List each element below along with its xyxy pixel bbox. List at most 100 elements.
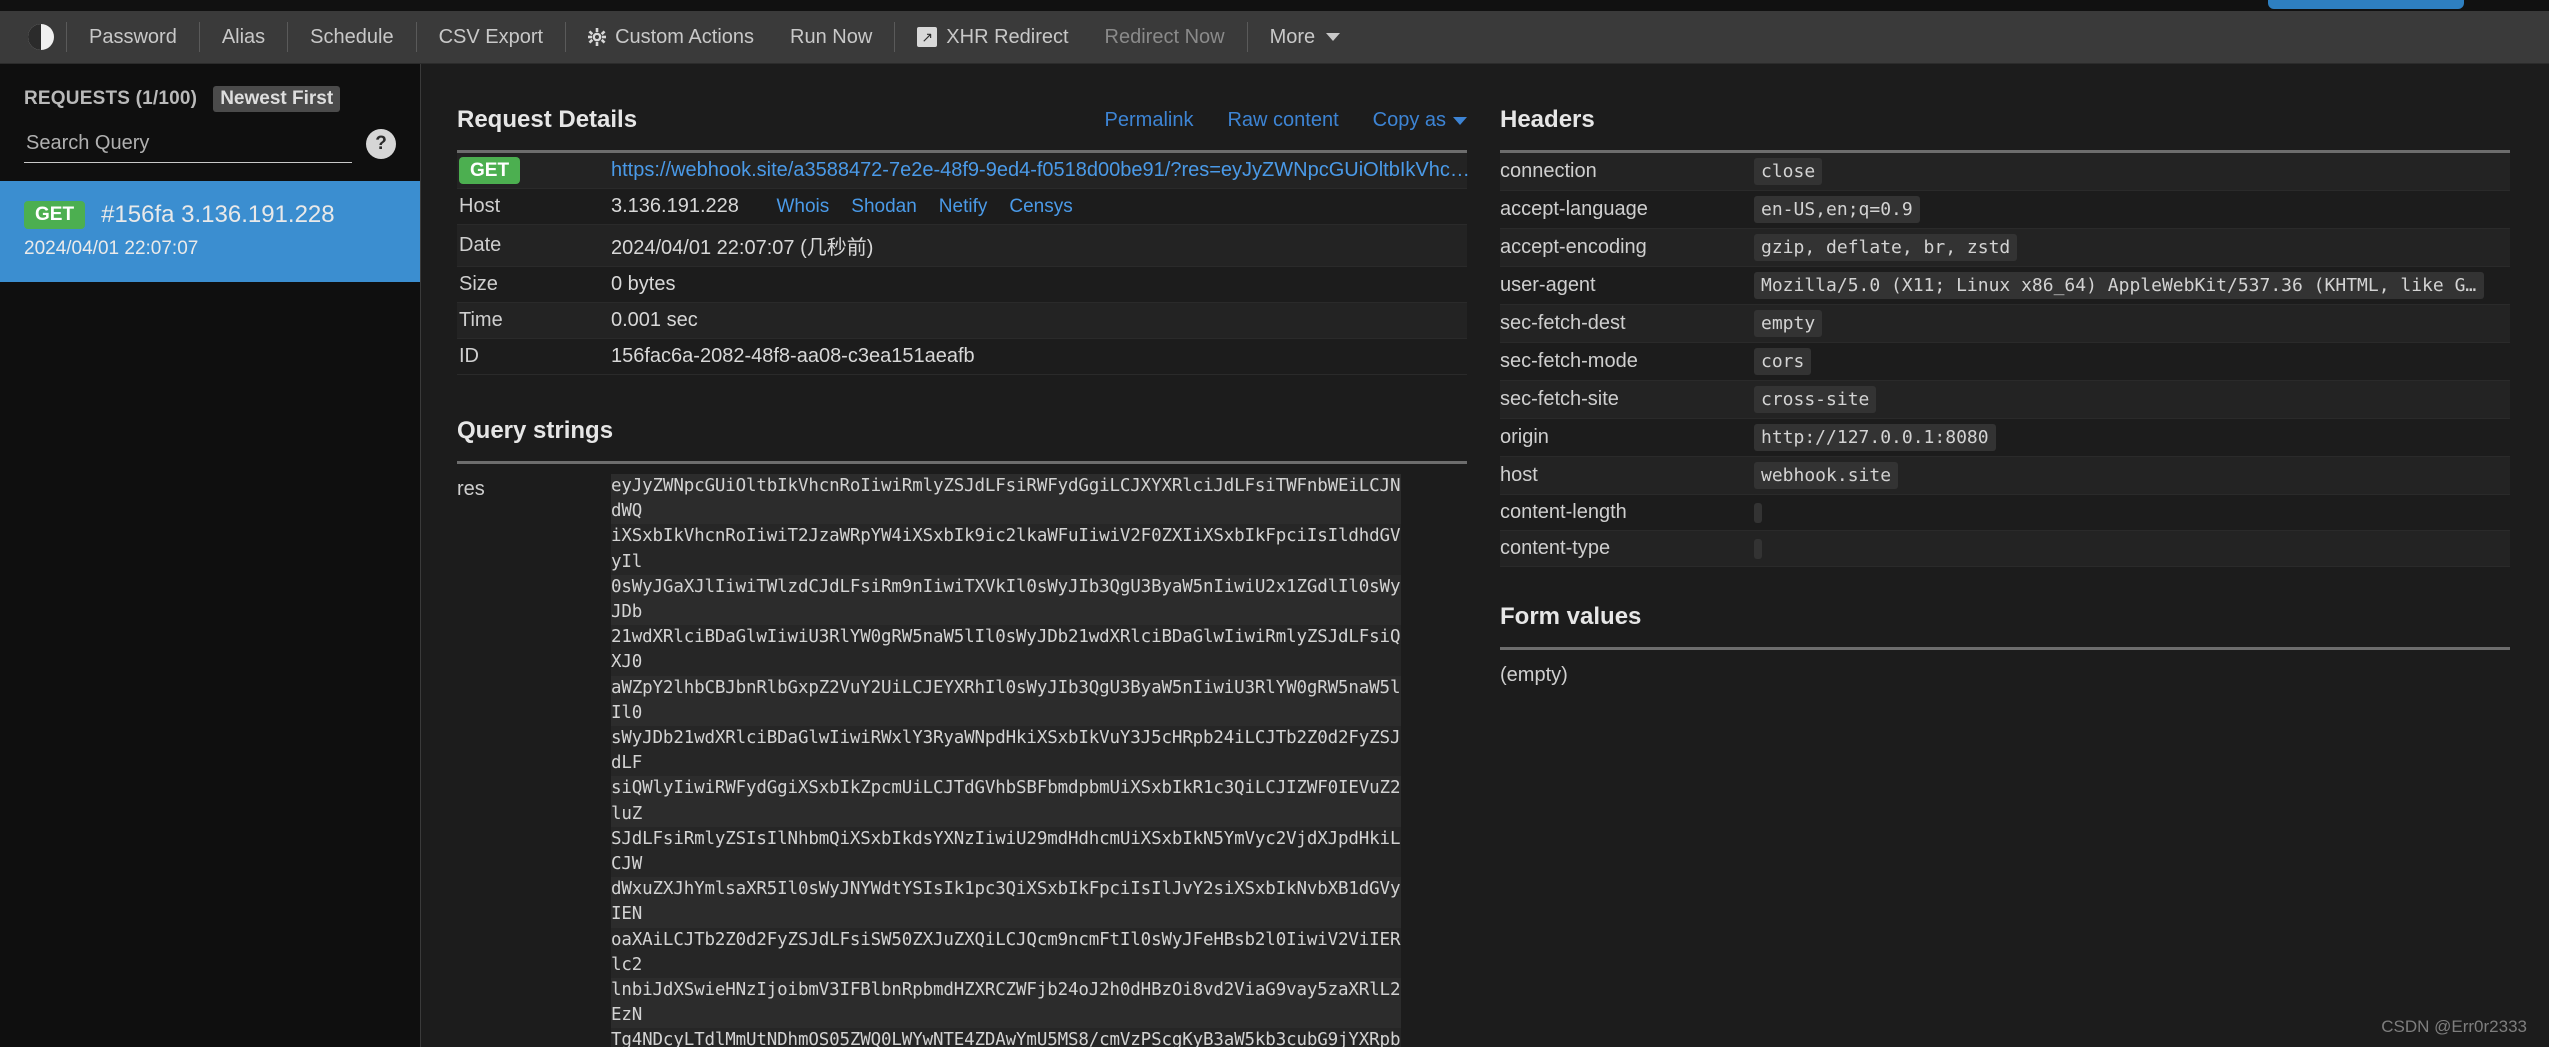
header-value: close <box>1754 158 1822 185</box>
sidebar-header: REQUESTS (1/100) Newest First ? <box>0 64 420 163</box>
detail-row-date: Date 2024/04/01 22:07:07 (几秒前) <box>457 225 1467 267</box>
toolbar-divider <box>416 22 417 52</box>
sort-order-toggle[interactable]: Newest First <box>213 86 340 112</box>
header-value: cross-site <box>1754 386 1876 413</box>
detail-value: 0.001 sec <box>611 309 1467 332</box>
whois-link[interactable]: Whois <box>776 196 829 218</box>
toolbar-item-password[interactable]: Password <box>71 20 195 55</box>
query-string-line: Tg4NDcyLTdlMmUtNDhmOS05ZWQ0LWYwNTE4ZDAwY… <box>611 1028 1401 1047</box>
header-value: Mozilla/5.0 (X11; Linux x86_64) AppleWeb… <box>1754 272 2484 299</box>
query-string-value: eyJyZWNpcGUiOltbIkVhcnRoIiwiRmlyZSJdLFsi… <box>611 474 1401 1047</box>
toolbar-divider <box>66 22 67 52</box>
shodan-link[interactable]: Shodan <box>851 196 917 218</box>
query-string-key: res <box>457 474 611 1047</box>
request-details-title: Request Details <box>457 64 1105 150</box>
query-string-line: iXSxbIkVhcnRoIiwiT2JzaWRpYW4iXSxbIk9ic2l… <box>611 524 1401 574</box>
toolbar-label: Alias <box>222 26 265 49</box>
netify-link[interactable]: Netify <box>939 196 988 218</box>
toolbar-label: XHR Redirect <box>946 26 1068 49</box>
header-row: user-agentMozilla/5.0 (X11; Linux x86_64… <box>1500 267 2510 305</box>
request-list-item[interactable]: GET #156fa 3.136.191.228 2024/04/01 22:0… <box>0 181 420 282</box>
permalink-link[interactable]: Permalink <box>1105 109 1194 132</box>
detail-row-id: ID 156fac6a-2082-48f8-aa08-c3ea151aeafb <box>457 339 1467 375</box>
toolbar-item-redirect-now[interactable]: Redirect Now <box>1087 20 1243 55</box>
header-value: en-US,en;q=0.9 <box>1754 196 1920 223</box>
caret-down-icon <box>1453 117 1467 125</box>
detail-key: Time <box>457 309 611 332</box>
header-row: accept-languageen-US,en;q=0.9 <box>1500 191 2510 229</box>
caret-down-icon <box>1326 33 1340 41</box>
toolbar-label: More <box>1270 26 1316 49</box>
form-values-title: Form values <box>1500 567 2510 647</box>
query-strings-title: Query strings <box>457 375 1467 461</box>
toolbar-item-csv-export[interactable]: CSV Export <box>421 20 561 55</box>
help-icon[interactable]: ? <box>366 129 396 159</box>
main-toolbar: Password Alias Schedule CSV Export <box>0 11 2549 64</box>
query-string-row: res eyJyZWNpcGUiOltbIkVhcnRoIiwiRmlyZSJd… <box>457 464 1467 1047</box>
header-key: user-agent <box>1500 274 1754 297</box>
query-string-line: siQWlyIiwiRWFydGgiXSxbIkZpcmUiLCJTdGVhbS… <box>611 776 1401 826</box>
clock-icon[interactable] <box>28 24 54 50</box>
query-string-line: sWyJDb21wdXRlciBDaGlwIiwiRWxlY3RyaWNpdHk… <box>611 726 1401 776</box>
toolbar-label: Redirect Now <box>1105 26 1225 49</box>
host-ip: 3.136.191.228 <box>611 195 739 217</box>
request-method-badge: GET <box>459 157 520 184</box>
requests-count-label: REQUESTS (1/100) <box>24 88 197 110</box>
primary-action-button[interactable] <box>2268 0 2464 9</box>
raw-content-link[interactable]: Raw content <box>1227 109 1338 132</box>
toolbar-item-custom-actions[interactable]: Custom Actions <box>570 20 772 55</box>
requests-sidebar: REQUESTS (1/100) Newest First ? GET #156… <box>0 64 421 1047</box>
toolbar-item-alias[interactable]: Alias <box>204 20 283 55</box>
toolbar-item-xhr-redirect[interactable]: ↗ XHR Redirect <box>899 20 1086 55</box>
request-url-row: GET https://webhook.site/a3588472-7e2e-4… <box>457 153 1467 189</box>
header-row: sec-fetch-destempty <box>1500 305 2510 343</box>
detail-key: Host <box>457 195 611 218</box>
header-key: connection <box>1500 160 1754 183</box>
toolbar-item-schedule[interactable]: Schedule <box>292 20 411 55</box>
request-details-header: Request Details Permalink Raw content Co… <box>457 64 1467 150</box>
header-value: webhook.site <box>1754 462 1898 489</box>
detail-row-size: Size 0 bytes <box>457 267 1467 303</box>
toolbar-label: Schedule <box>310 26 393 49</box>
top-strip <box>0 0 2549 11</box>
external-link-icon: ↗ <box>917 27 937 47</box>
left-column: Request Details Permalink Raw content Co… <box>457 64 1467 1047</box>
detail-value: 156fac6a-2082-48f8-aa08-c3ea151aeafb <box>611 345 1467 368</box>
query-string-line: aWZpY2lhbCBJbnRlbGxpZ2VuY2UiLCJEYXRhIl0s… <box>611 676 1401 726</box>
request-details-actions: Permalink Raw content Copy as <box>1105 109 1467 150</box>
detail-key: Size <box>457 273 611 296</box>
toolbar-item-more[interactable]: More <box>1252 20 1359 55</box>
request-item-title: #156fa 3.136.191.228 <box>101 201 335 229</box>
toolbar-divider <box>894 22 895 52</box>
copy-as-link[interactable]: Copy as <box>1373 109 1467 132</box>
header-row: connectionclose <box>1500 153 2510 191</box>
requests-count-row: REQUESTS (1/100) Newest First <box>24 86 396 112</box>
detail-value: 2024/04/01 22:07:07 (几秒前) <box>611 231 1467 260</box>
toolbar-label: Custom Actions <box>615 26 754 49</box>
query-string-line: lnbiJdXSwieHNzIjoibmV3IFBlbnRpbmdHZXRCZW… <box>611 978 1401 1028</box>
request-url-cell: https://webhook.site/a3588472-7e2e-48f9-… <box>611 159 1471 182</box>
form-values-empty: (empty) <box>1500 650 2510 687</box>
detail-key: Date <box>457 234 611 257</box>
header-row: accept-encodinggzip, deflate, br, zstd <box>1500 229 2510 267</box>
detail-key: ID <box>457 345 611 368</box>
header-key: sec-fetch-site <box>1500 388 1754 411</box>
query-string-line: SJdLFsiRmlyZSIsIlNhbmQiXSxbIkdsYXNzIiwiU… <box>611 827 1401 877</box>
search-input[interactable] <box>24 130 352 163</box>
toolbar-label: Password <box>89 26 177 49</box>
headers-title: Headers <box>1500 64 2510 150</box>
header-row: content-length <box>1500 495 2510 531</box>
header-row: sec-fetch-sitecross-site <box>1500 381 2510 419</box>
censys-link[interactable]: Censys <box>1009 196 1072 218</box>
header-key: origin <box>1500 426 1754 449</box>
main-content: Request Details Permalink Raw content Co… <box>422 64 2549 1047</box>
request-item-header: GET #156fa 3.136.191.228 <box>24 201 396 229</box>
headers-table: connectioncloseaccept-languageen-US,en;q… <box>1500 153 2510 567</box>
query-string-line: 21wdXRlciBDaGlwIiwiU3RlYW0gRW5naW5lIl0sW… <box>611 625 1401 675</box>
request-url-link[interactable]: https://webhook.site/a3588472-7e2e-48f9-… <box>611 159 1471 182</box>
toolbar-divider <box>199 22 200 52</box>
header-value: empty <box>1754 310 1822 337</box>
header-value <box>1754 503 1762 523</box>
toolbar-item-run-now[interactable]: Run Now <box>772 20 890 55</box>
header-value <box>1754 539 1762 559</box>
